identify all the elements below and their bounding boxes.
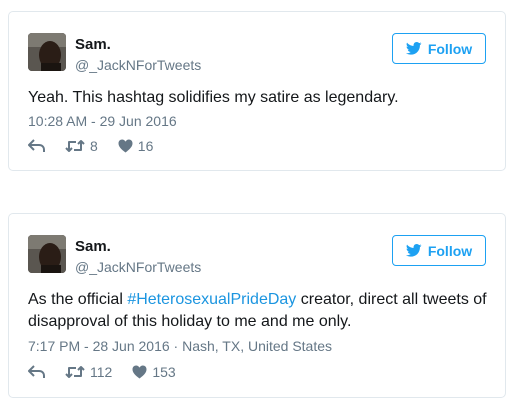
retweet-icon bbox=[65, 366, 85, 378]
hashtag-link[interactable]: #HeterosexualPrideDay bbox=[127, 291, 296, 308]
tweet-timestamp[interactable]: 7:17 PM - 28 Jun 2016 · Nash, TX, United… bbox=[28, 338, 332, 354]
tweet-text-part: Yeah. This hashtag solidifies my satire … bbox=[28, 89, 399, 106]
reply-icon bbox=[28, 139, 45, 152]
retweet-count: 8 bbox=[90, 138, 98, 154]
tweet-card: Sam. @_JackNForTweets Follow As the offi… bbox=[8, 213, 506, 398]
tweet-actions: 112 153 bbox=[28, 364, 196, 380]
like-count: 153 bbox=[152, 364, 176, 380]
follow-button[interactable]: Follow bbox=[392, 33, 486, 64]
tweet-actions: 8 16 bbox=[28, 138, 173, 154]
user-name[interactable]: Sam. bbox=[75, 36, 111, 53]
reply-icon bbox=[28, 365, 45, 378]
follow-button[interactable]: Follow bbox=[392, 235, 486, 266]
user-name[interactable]: Sam. bbox=[75, 238, 111, 255]
user-handle[interactable]: @_JackNForTweets bbox=[75, 57, 201, 73]
reply-button[interactable] bbox=[28, 365, 45, 379]
retweet-button[interactable]: 112 bbox=[65, 364, 112, 380]
reply-button[interactable] bbox=[28, 139, 45, 153]
like-button[interactable]: 153 bbox=[132, 364, 176, 380]
tweet-text-part: As the official bbox=[28, 291, 128, 308]
tweet-text: Yeah. This hashtag solidifies my satire … bbox=[28, 87, 488, 109]
like-button[interactable]: 16 bbox=[118, 138, 154, 154]
tweet-card: Sam. @_JackNForTweets Follow Yeah. This … bbox=[8, 11, 506, 171]
tweet-text: As the official #HeterosexualPrideDay cr… bbox=[28, 289, 488, 333]
heart-icon bbox=[118, 139, 133, 153]
like-count: 16 bbox=[137, 138, 154, 154]
avatar[interactable] bbox=[28, 235, 66, 273]
bird-icon bbox=[405, 244, 422, 257]
retweet-icon bbox=[65, 140, 85, 152]
tweet-timestamp[interactable]: 10:28 AM - 29 Jun 2016 bbox=[28, 113, 177, 129]
avatar[interactable] bbox=[28, 33, 66, 71]
user-handle[interactable]: @_JackNForTweets bbox=[75, 259, 201, 275]
follow-label: Follow bbox=[427, 242, 473, 259]
retweet-button[interactable]: 8 bbox=[65, 138, 98, 154]
heart-icon bbox=[132, 365, 147, 379]
bird-icon bbox=[405, 42, 422, 55]
follow-label: Follow bbox=[427, 40, 473, 57]
retweet-count: 112 bbox=[90, 364, 113, 380]
